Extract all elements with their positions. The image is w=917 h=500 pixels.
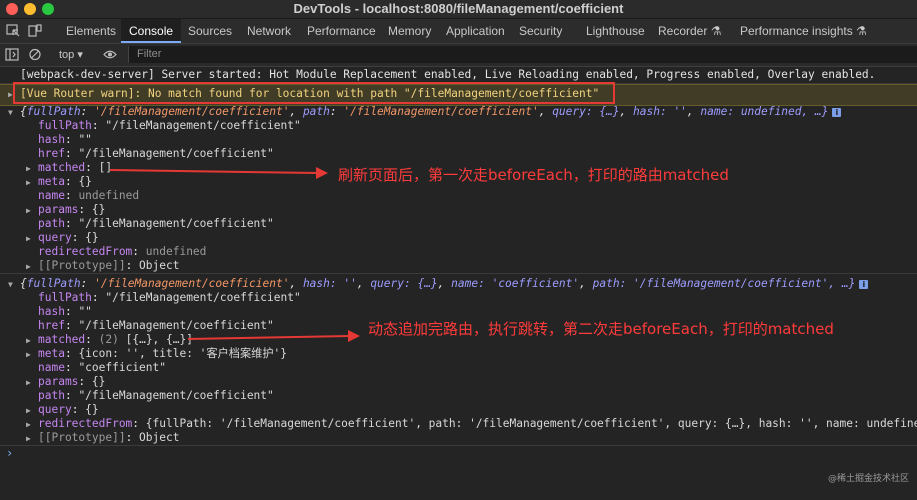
annotation-arrows	[109, 167, 360, 342]
arrow-head-1	[316, 167, 328, 179]
arrow-line-1	[109, 169, 319, 174]
annotation-second: 动态追加完路由，执行跳转，第二次走beforeEach，打印的matched	[368, 320, 834, 338]
watermark: @稀土掘金技术社区	[827, 474, 909, 484]
arrow-line-2	[187, 335, 351, 340]
annotation-first: 刷新页面后，第一次走beforeEach，打印的路由matched	[338, 166, 729, 184]
arrow-head-2	[348, 330, 360, 342]
